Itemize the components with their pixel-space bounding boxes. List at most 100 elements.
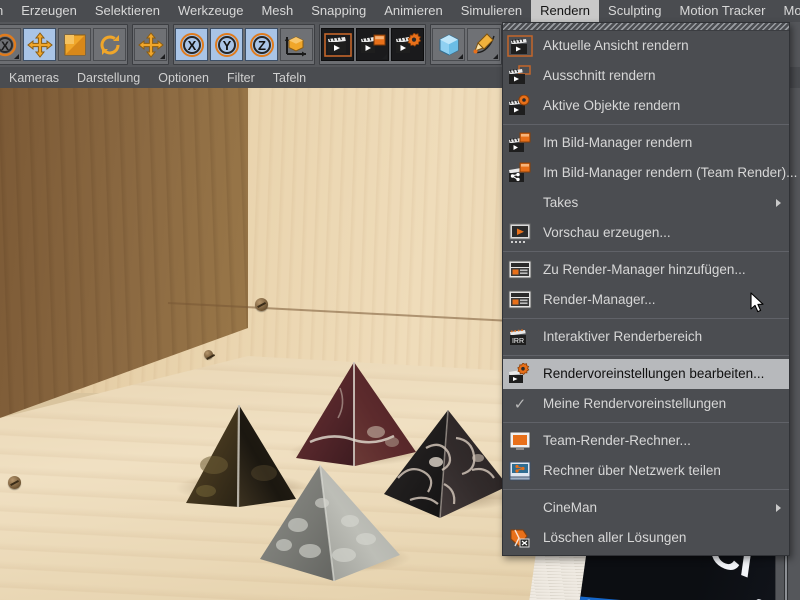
render-queue-add-icon	[505, 257, 535, 283]
button-options-corner-icon[interactable]	[14, 54, 19, 59]
spline-pen-button[interactable]	[467, 28, 500, 61]
move-tool-button-2[interactable]	[134, 28, 167, 61]
menu-item-label: Team-Render-Rechner...	[543, 433, 691, 448]
cinema4d-window: n Erzeugen Selektieren Werkzeuge Mesh Sn…	[0, 0, 800, 600]
screw-icon	[8, 476, 21, 489]
viewport-menu-optionen[interactable]: Optionen	[149, 68, 218, 88]
menu-item-label: Render-Manager...	[543, 292, 656, 307]
scale-icon	[62, 32, 88, 58]
menu-item-meine-rendervoreinstellungen[interactable]: ✓ Meine Rendervoreinstellungen	[503, 389, 789, 419]
menu-item-selektieren[interactable]: Selektieren	[86, 0, 169, 22]
menu-separator	[503, 318, 789, 319]
menu-item-zu-render-manager-hinzufuegen[interactable]: Zu Render-Manager hinzufügen...	[503, 255, 789, 285]
button-options-corner-icon[interactable]	[160, 54, 165, 59]
render-region-icon	[505, 63, 535, 89]
viewport-menu-tafeln[interactable]: Tafeln	[264, 68, 315, 88]
menu-item-ausschnitt-rendern[interactable]: Ausschnitt rendern	[503, 61, 789, 91]
menu-item-mograph[interactable]: MoGraph	[775, 0, 800, 22]
menu-item-interaktiver-renderbereich[interactable]: IRR Interaktiver Renderbereich	[503, 322, 789, 352]
menu-item-simulieren[interactable]: Simulieren	[452, 0, 531, 22]
menu-item-rechner-ueber-netzwerk-teilen[interactable]: Rechner über Netzwerk teilen	[503, 456, 789, 486]
svg-text:Y: Y	[222, 38, 231, 53]
axis-x-lock-button[interactable]: X	[175, 28, 208, 61]
share-machine-icon	[505, 458, 535, 484]
menu-item-aktuelle-ansicht-rendern[interactable]: Aktuelle Ansicht rendern	[503, 31, 789, 61]
menu-item-mesh[interactable]: Mesh	[252, 0, 302, 22]
world-object-axis-button[interactable]	[280, 28, 313, 61]
menu-item-loeschen-aller-loesungen[interactable]: Löschen aller Lösungen	[503, 523, 789, 553]
viewport-menu-darstellung[interactable]: Darstellung	[68, 68, 149, 88]
no-icon	[505, 190, 535, 216]
viewport-menu-filter[interactable]: Filter	[218, 68, 264, 88]
menu-item-cineman[interactable]: CineMan	[503, 493, 789, 523]
render-picture-viewer-button[interactable]	[356, 28, 389, 61]
menu-separator	[503, 355, 789, 356]
axis-y-icon: Y	[214, 32, 240, 58]
menu-separator	[503, 251, 789, 252]
menu-item-im-bild-manager-rendern-team-render[interactable]: Im Bild-Manager rendern (Team Render)...	[503, 158, 797, 188]
menu-item-label: Aktive Objekte rendern	[543, 98, 681, 113]
render-settings-button[interactable]	[391, 28, 424, 61]
move-tool-button[interactable]	[23, 28, 56, 61]
menu-item-motion-tracker[interactable]: Motion Tracker	[671, 0, 775, 22]
main-menu-bar: n Erzeugen Selektieren Werkzeuge Mesh Sn…	[0, 0, 800, 23]
render-picture-viewer-icon	[505, 130, 535, 156]
menu-item-label: Im Bild-Manager rendern	[543, 135, 693, 150]
menu-item-label: Aktuelle Ansicht rendern	[543, 38, 689, 53]
clear-solutions-icon	[505, 525, 535, 551]
world-object-axis-icon	[284, 32, 310, 58]
svg-text:X: X	[187, 38, 196, 53]
menu-item-rendern[interactable]: Rendern	[531, 0, 600, 22]
menu-item-label: Takes	[543, 195, 579, 210]
menu-item-im-bild-manager-rendern[interactable]: Im Bild-Manager rendern	[503, 128, 789, 158]
menu-item-erzeugen[interactable]: Erzeugen	[12, 0, 86, 22]
menu-item-team-render-rechner[interactable]: Team-Render-Rechner...	[503, 426, 789, 456]
menu-separator	[503, 124, 789, 125]
menu-item-render-manager[interactable]: Render-Manager...	[503, 285, 789, 315]
scale-tool-button[interactable]	[58, 28, 91, 61]
menu-item-rendervoreinstellungen-bearbeiten[interactable]: Rendervoreinstellungen bearbeiten...	[503, 359, 789, 389]
cube-primitive-button[interactable]	[432, 28, 465, 61]
render-view-icon	[323, 32, 352, 57]
axis-z-lock-button[interactable]: Z	[245, 28, 278, 61]
menu-item-label: Vorschau erzeugen...	[543, 225, 671, 240]
menu-item-sculpting[interactable]: Sculpting	[599, 0, 670, 22]
rotate-band-tool-button[interactable]: X	[0, 28, 21, 61]
toolbar-group-objects	[430, 24, 502, 65]
button-options-corner-icon[interactable]	[382, 54, 387, 59]
irr-icon: IRR	[505, 324, 535, 350]
render-view-icon	[505, 33, 535, 59]
menu-item-animieren[interactable]: Animieren	[375, 0, 452, 22]
button-options-corner-icon[interactable]	[493, 54, 498, 59]
render-queue-icon	[505, 287, 535, 313]
menu-item-snapping[interactable]: Snapping	[302, 0, 375, 22]
menu-item-vorschau-erzeugen[interactable]: Vorschau erzeugen...	[503, 218, 789, 248]
move-icon	[26, 31, 53, 58]
menu-item-label: Ausschnitt rendern	[543, 68, 656, 83]
menu-item-werkzeuge[interactable]: Werkzeuge	[169, 0, 253, 22]
axis-y-lock-button[interactable]: Y	[210, 28, 243, 61]
menu-separator	[503, 489, 789, 490]
render-active-objects-icon	[505, 93, 535, 119]
menu-item-clipped[interactable]: n	[0, 0, 12, 22]
toolbar-group-transform: X	[0, 24, 128, 65]
menu-item-label: Zu Render-Manager hinzufügen...	[543, 262, 746, 277]
toolbar-group-render	[319, 24, 426, 65]
render-team-icon	[505, 160, 535, 186]
render-view-button[interactable]	[321, 28, 354, 61]
preview-icon	[505, 220, 535, 246]
svg-text:X: X	[0, 39, 8, 53]
menu-item-label: Rechner über Netzwerk teilen	[543, 463, 721, 478]
menu-tearoff-handle[interactable]	[503, 23, 789, 31]
button-options-corner-icon[interactable]	[458, 54, 463, 59]
menu-item-aktive-objekte-rendern[interactable]: Aktive Objekte rendern	[503, 91, 789, 121]
checkmark-glyph: ✓	[513, 395, 527, 413]
submenu-arrow-icon	[776, 199, 781, 207]
render-settings-icon	[505, 361, 535, 387]
svg-text:IRR: IRR	[512, 338, 524, 345]
toolbar-group-move	[132, 24, 169, 65]
menu-item-label: Im Bild-Manager rendern (Team Render)...	[543, 165, 798, 180]
rotate-tool-button[interactable]	[93, 28, 126, 61]
viewport-menu-kameras[interactable]: Kameras	[0, 68, 68, 88]
menu-item-takes[interactable]: Takes	[503, 188, 789, 218]
